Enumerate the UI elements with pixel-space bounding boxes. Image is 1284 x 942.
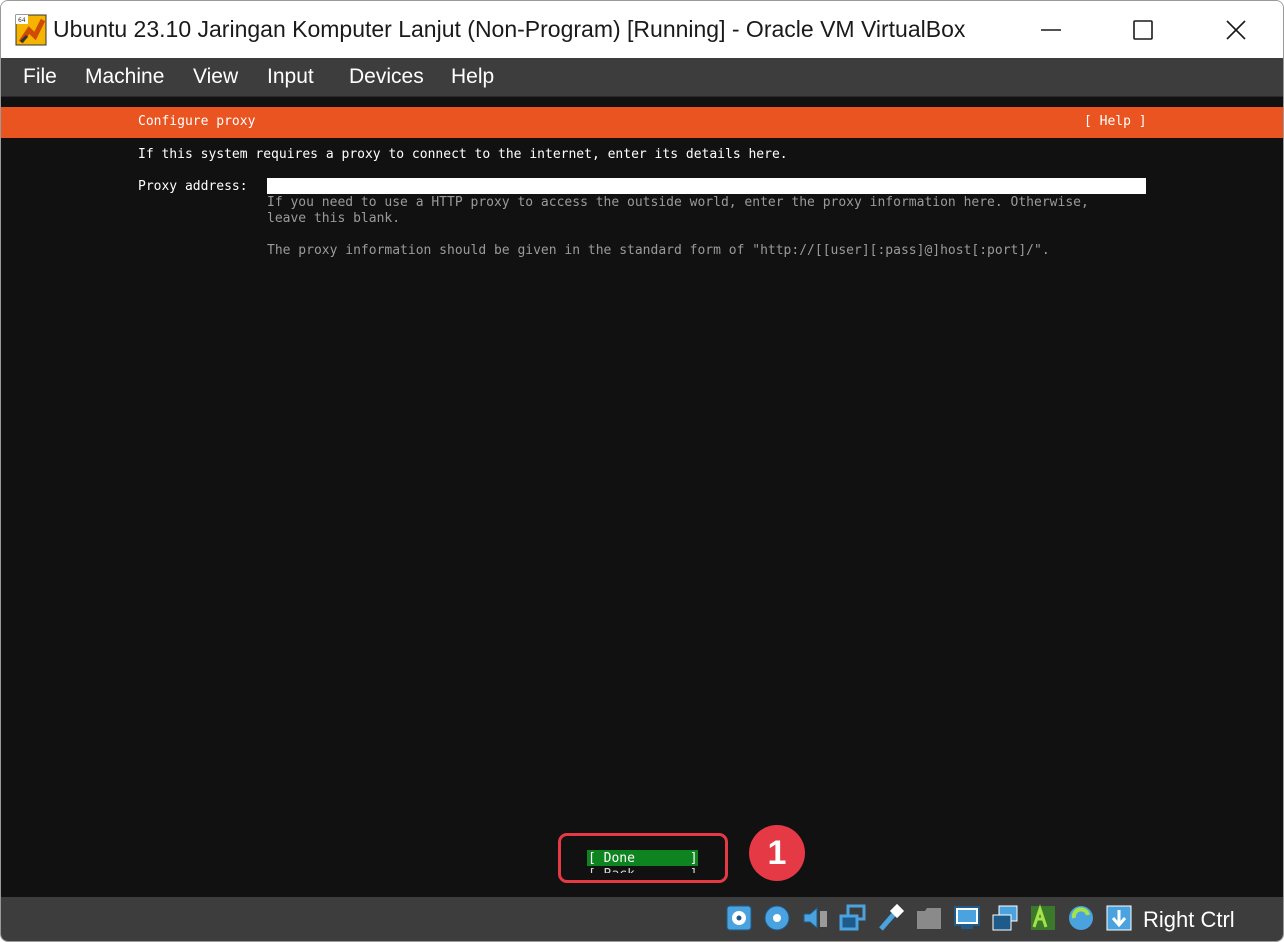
- status-bar: Right Ctrl: [1, 897, 1283, 941]
- screen-capture-icon[interactable]: [990, 903, 1020, 933]
- close-button[interactable]: [1190, 1, 1282, 58]
- close-icon: [1226, 19, 1246, 40]
- proxy-intro-text: If this system requires a proxy to conne…: [138, 147, 788, 162]
- display-icon[interactable]: [952, 903, 982, 933]
- proxy-hint-line-2: leave this blank.: [267, 211, 401, 226]
- usb-icon[interactable]: [876, 903, 906, 933]
- menu-file[interactable]: File: [23, 65, 57, 89]
- audio-icon[interactable]: [800, 903, 830, 933]
- optical-drive-icon[interactable]: [762, 903, 792, 933]
- menu-machine[interactable]: Machine: [85, 65, 164, 89]
- cpu-state-icon[interactable]: [1066, 903, 1096, 933]
- menu-devices[interactable]: Devices: [349, 65, 424, 89]
- graphics-3d-icon[interactable]: [1028, 903, 1058, 933]
- proxy-address-label: Proxy address:: [138, 179, 248, 194]
- menu-view[interactable]: View: [193, 65, 238, 89]
- menu-input[interactable]: Input: [267, 65, 314, 89]
- proxy-hint-line-1: If you need to use a HTTP proxy to acces…: [267, 195, 1089, 210]
- title-bar[interactable]: 64 Ubuntu 23.10 Jaringan Komputer Lanjut…: [1, 1, 1283, 58]
- window-title: Ubuntu 23.10 Jaringan Komputer Lanjut (N…: [53, 16, 966, 42]
- installer-header: Configure proxy [ Help ]: [1, 107, 1283, 138]
- menu-help[interactable]: Help: [451, 65, 494, 89]
- help-button[interactable]: [ Help ]: [1084, 114, 1147, 129]
- menu-bar: File Machine View Input Devices Help: [1, 58, 1283, 96]
- virtualbox-app-icon: 64: [15, 14, 47, 46]
- host-key-label: Right Ctrl: [1143, 907, 1235, 932]
- virtualbox-window: 64 Ubuntu 23.10 Jaringan Komputer Lanjut…: [0, 0, 1284, 942]
- app-icon-badge: 64: [18, 17, 26, 24]
- step-number-badge: 1: [749, 825, 805, 881]
- hard-disk-icon[interactable]: [724, 903, 754, 933]
- maximize-button[interactable]: [1097, 1, 1189, 58]
- proxy-format-hint: The proxy information should be given in…: [267, 243, 1050, 258]
- done-highlight-annotation: [558, 833, 728, 883]
- mouse-integration-icon[interactable]: [1104, 903, 1134, 933]
- network-icon[interactable]: [838, 903, 868, 933]
- maximize-icon: [1133, 19, 1153, 40]
- proxy-address-input[interactable]: [267, 178, 1146, 194]
- minimize-button[interactable]: [1005, 1, 1097, 58]
- vm-display[interactable]: Configure proxy [ Help ] If this system …: [1, 96, 1283, 898]
- installer-header-title: Configure proxy: [138, 114, 256, 129]
- minimize-icon: [1041, 28, 1061, 31]
- shared-folder-icon[interactable]: [914, 903, 944, 933]
